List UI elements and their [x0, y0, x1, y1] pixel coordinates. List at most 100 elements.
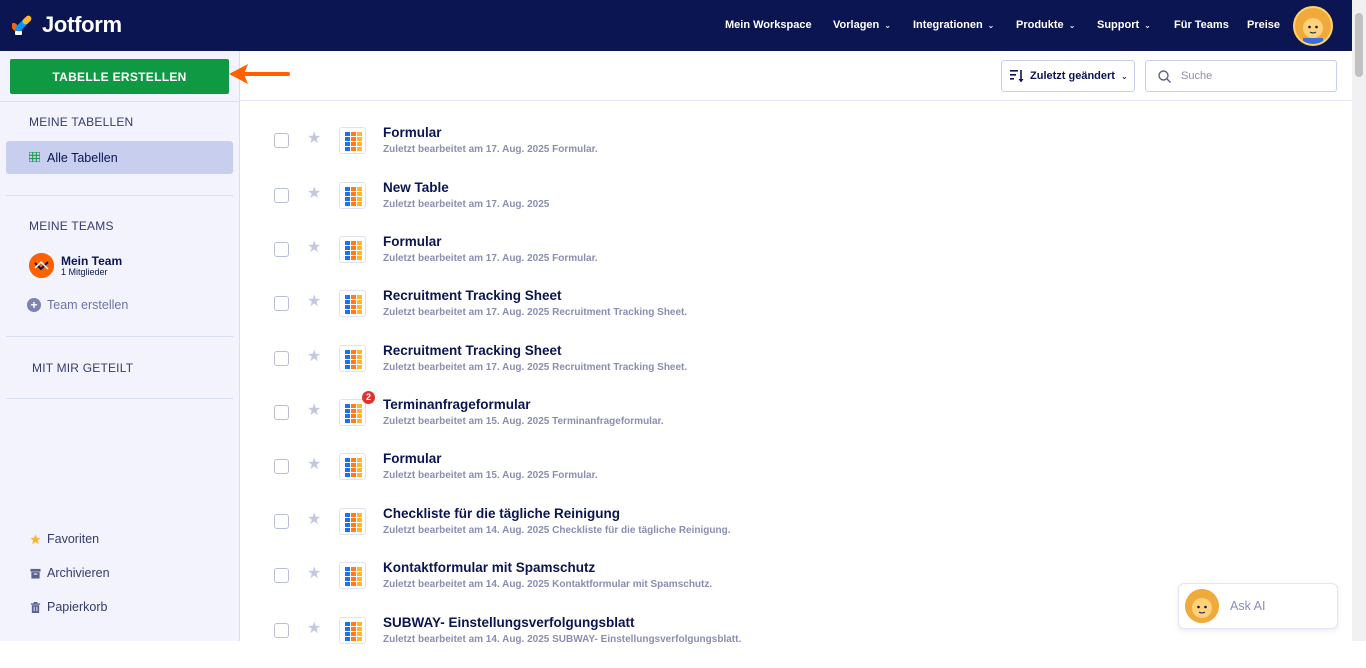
table-icon-cell [345, 256, 350, 260]
table-row[interactable]: ★ Formular Zuletzt bearbeitet am 17. Aug. … [240, 124, 1352, 178]
table-title[interactable]: New Table [383, 180, 449, 195]
table-icon-cell [351, 355, 356, 359]
shared-with-me-item[interactable]: MIT MIR GETEILT [32, 361, 133, 375]
nav-label: Preise [1247, 19, 1281, 31]
nav-preise[interactable]: Preise [1247, 19, 1280, 31]
scrollbar-thumb[interactable] [1355, 13, 1363, 77]
table-icon-cell [351, 132, 356, 136]
table-title[interactable]: Kontaktformular mit Spamschutz [383, 560, 595, 575]
sidebar-item-trash[interactable]: Papierkorb [30, 600, 107, 614]
table-icon-cell [357, 518, 362, 522]
favorite-star-icon[interactable]: ★ [307, 510, 321, 530]
table-row[interactable]: ★ Formular Zuletzt bearbeitet am 17. Aug. … [240, 233, 1352, 287]
favorite-star-icon[interactable]: ★ [307, 184, 321, 204]
table-last-edited: Zuletzt bearbeitet am 14. Aug. 2025 Kont… [383, 579, 713, 590]
table-title[interactable]: Checkliste für die tägliche Reinigung [383, 506, 620, 521]
table-icon-cell [357, 295, 362, 299]
table-title[interactable]: Formular [383, 234, 442, 249]
table-icon-cell [357, 473, 362, 477]
table-icon-cell [351, 310, 356, 314]
sidebar: TABELLE ERSTELLEN MEINE TABELLEN Alle Ta… [0, 51, 240, 641]
favorite-star-icon[interactable]: ★ [307, 347, 321, 367]
table-icon-cell [345, 350, 350, 354]
ask-ai-button[interactable]: Ask AI [1178, 583, 1338, 629]
row-checkbox[interactable] [274, 405, 289, 420]
create-team-button[interactable]: + Team erstellen [27, 298, 128, 312]
scrollbar-track[interactable] [1352, 0, 1366, 641]
jotform-logo-icon [12, 15, 32, 35]
table-icon-cell [357, 637, 362, 641]
sidebar-item-archive[interactable]: Archivieren [30, 566, 110, 580]
favorite-star-icon[interactable]: ★ [307, 401, 321, 421]
row-checkbox[interactable] [274, 623, 289, 638]
table-icon-cell [351, 295, 356, 299]
table-icon-cell [357, 632, 362, 636]
favorite-star-icon[interactable]: ★ [307, 564, 321, 584]
row-checkbox[interactable] [274, 188, 289, 203]
sort-dropdown[interactable]: Zuletzt geändert ⌄ [1001, 60, 1135, 92]
nav-integrationen[interactable]: Integrationen ⌄ [913, 19, 994, 31]
table-row[interactable]: ★ Formular Zuletzt bearbeitet am 15. Aug. … [240, 450, 1352, 504]
table-title[interactable]: Formular [383, 125, 442, 140]
table-title[interactable]: Formular [383, 451, 442, 466]
ai-assistant-avatar [1185, 589, 1219, 623]
table-icon-cell [351, 637, 356, 641]
table-icon [339, 127, 366, 154]
favorite-star-icon[interactable]: ★ [307, 455, 321, 475]
create-team-label: Team erstellen [47, 298, 129, 312]
table-icon-cell [357, 192, 362, 196]
favorite-star-icon[interactable]: ★ [307, 619, 321, 639]
table-icon-cell [345, 404, 350, 408]
create-table-button[interactable]: TABELLE ERSTELLEN [10, 59, 229, 94]
team-item-mein-team[interactable]: Mein Team 1 Mitglieder [29, 253, 122, 278]
row-checkbox[interactable] [274, 459, 289, 474]
user-avatar[interactable] [1293, 6, 1333, 46]
table-title[interactable]: Recruitment Tracking Sheet [383, 343, 562, 358]
table-last-edited: Zuletzt bearbeitet am 15. Aug. 2025 Form… [383, 470, 598, 481]
star-icon [30, 533, 41, 544]
table-icon-cell [351, 458, 356, 462]
row-checkbox[interactable] [274, 242, 289, 257]
sidebar-item-all-tables[interactable]: Alle Tabellen [6, 141, 233, 174]
table-icon [339, 617, 366, 644]
table-row[interactable]: ★ Checkliste für die tägliche Reinigung Zu… [240, 505, 1352, 559]
nav-label: Mein Workspace [725, 19, 812, 31]
row-checkbox[interactable] [274, 133, 289, 148]
row-checkbox[interactable] [274, 514, 289, 529]
jotform-logo[interactable]: Jotform [12, 12, 122, 38]
search-input[interactable] [1181, 70, 1321, 82]
table-icon-cell [345, 202, 350, 206]
table-row[interactable]: ★ 2 Terminanfrageformular Zuletzt bearbeite… [240, 391, 1352, 450]
sidebar-item-favorites[interactable]: Favoriten [30, 532, 99, 546]
nav-vorlagen[interactable]: Vorlagen ⌄ [833, 19, 891, 31]
favorite-star-icon[interactable]: ★ [307, 238, 321, 258]
table-row[interactable]: ★ Recruitment Tracking Sheet Zuletzt bearb… [240, 342, 1352, 396]
table-icon-cell [345, 192, 350, 196]
row-checkbox[interactable] [274, 568, 289, 583]
table-title[interactable]: Terminanfrageformular [383, 397, 531, 412]
table-icon-cell [357, 305, 362, 309]
table-icon-cell [345, 463, 350, 467]
table-title[interactable]: SUBWAY- Einstellungsverfolgungsblatt [383, 615, 635, 630]
nav-produkte[interactable]: Produkte ⌄ [1016, 19, 1075, 31]
table-icon-cell [351, 256, 356, 260]
favorite-star-icon[interactable]: ★ [307, 292, 321, 312]
nav-support[interactable]: Support ⌄ [1097, 19, 1151, 31]
table-title[interactable]: Recruitment Tracking Sheet [383, 288, 562, 303]
table-icon-cell [357, 627, 362, 631]
table-row[interactable]: ★ New Table Zuletzt bearbeitet am 17. Aug.… [240, 179, 1352, 233]
team-icon [29, 253, 54, 278]
nav-label: Für Teams [1174, 19, 1229, 31]
table-last-edited: Zuletzt bearbeitet am 17. Aug. 2025 Recr… [383, 362, 688, 373]
search-field[interactable] [1145, 60, 1337, 92]
table-icon-cell [357, 463, 362, 467]
table-icon-cell [351, 414, 356, 418]
table-icon-cell [345, 419, 350, 423]
table-icon-cell [345, 365, 350, 369]
nav-fuer-teams[interactable]: Für Teams [1174, 19, 1229, 31]
row-checkbox[interactable] [274, 296, 289, 311]
table-row[interactable]: ★ Recruitment Tracking Sheet Zuletzt bearb… [240, 287, 1352, 341]
favorite-star-icon[interactable]: ★ [307, 129, 321, 149]
nav-mein-workspace[interactable]: Mein Workspace [725, 19, 812, 31]
row-checkbox[interactable] [274, 351, 289, 366]
